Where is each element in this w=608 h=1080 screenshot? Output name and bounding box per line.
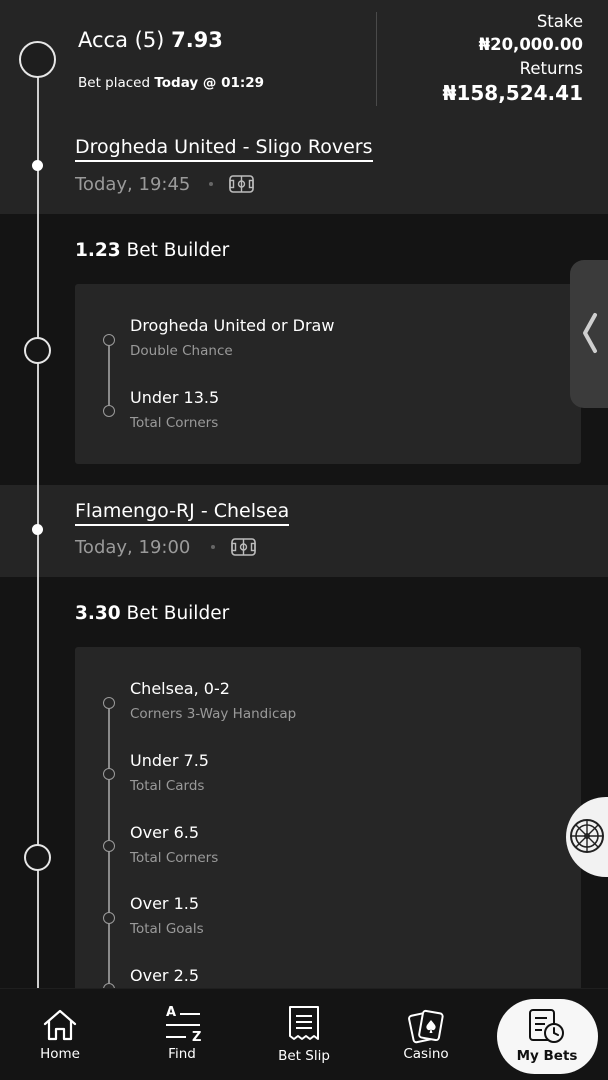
nav-find-label: Find — [168, 1046, 196, 1062]
legs-connector — [108, 340, 110, 411]
nav-casino-label: Casino — [403, 1046, 449, 1062]
match-name-link[interactable]: Flamengo-RJ - Chelsea — [75, 500, 290, 526]
leg-selection: Chelsea, 0-2 — [130, 679, 230, 698]
separator-dot — [211, 545, 215, 549]
playing-cards-icon — [408, 1009, 444, 1044]
timeline-node-match — [32, 160, 43, 171]
leg-market: Corners 3-Way Handicap — [130, 706, 297, 722]
nav-home-label: Home — [40, 1046, 80, 1062]
nav-betslip-label: Bet Slip — [278, 1048, 330, 1064]
separator-dot — [209, 182, 213, 186]
leg-selection: Drogheda United or Draw — [130, 316, 335, 335]
timeline-node-match — [32, 524, 43, 535]
match-time: Today, 19:00 — [75, 537, 191, 558]
bet-placed-info: Bet placed Today @ 01:29 — [78, 75, 265, 91]
leg-market: Total Corners — [130, 415, 219, 431]
nav-mybets-label: My Bets — [516, 1048, 578, 1064]
bet-placed-time: Today @ 01:29 — [154, 75, 265, 91]
header-divider — [376, 12, 377, 106]
leg-selection: Over 6.5 — [130, 823, 200, 842]
returns-value: ₦158,524.41 — [442, 81, 583, 105]
timeline-node-builder — [24, 844, 51, 871]
bet-builder-title: 1.23 Bet Builder — [75, 240, 230, 261]
timeline-node-builder — [24, 337, 51, 364]
football-pitch-icon — [229, 175, 254, 193]
leg-selection: Under 13.5 — [130, 388, 220, 407]
stake-label: Stake — [536, 12, 583, 31]
nav-home[interactable]: Home — [12, 988, 108, 1080]
match-name-link[interactable]: Drogheda United - Sligo Rovers — [75, 136, 373, 162]
leg-selection: Over 1.5 — [130, 894, 200, 913]
leg-market: Total Goals — [130, 921, 204, 937]
bet-title: Acca (5) 7.93 — [78, 28, 223, 52]
bet-builder-card — [75, 284, 581, 464]
leg-dot — [103, 768, 115, 780]
leg-selection: Under 7.5 — [130, 751, 209, 770]
stake-value: ₦20,000.00 — [478, 35, 583, 54]
home-icon — [43, 1009, 77, 1041]
roulette-wheel-icon[interactable] — [568, 817, 606, 855]
timeline-node-start — [19, 41, 56, 78]
leg-dot — [103, 912, 115, 924]
leg-dot — [103, 334, 115, 346]
match-header — [0, 485, 608, 577]
football-pitch-icon — [231, 538, 256, 556]
chevron-left-icon[interactable] — [579, 311, 601, 355]
find-icon-letter-z: Z — [192, 1030, 202, 1045]
leg-market: Double Chance — [130, 343, 233, 359]
nav-casino[interactable]: Casino — [378, 988, 474, 1080]
nav-betslip[interactable]: Bet Slip — [256, 988, 352, 1080]
match-time: Today, 19:45 — [75, 174, 191, 195]
leg-dot — [103, 840, 115, 852]
returns-label: Returns — [519, 59, 583, 78]
bets-history-icon — [529, 1009, 564, 1043]
leg-selection: Over 2.5 — [130, 966, 200, 985]
leg-dot — [103, 405, 115, 417]
leg-dot — [103, 697, 115, 709]
nav-mybets[interactable]: My Bets — [499, 988, 595, 1080]
nav-find[interactable]: A Z Find — [134, 988, 230, 1080]
bet-builder-title: 3.30 Bet Builder — [75, 603, 230, 624]
bet-odds: 7.93 — [171, 28, 223, 52]
leg-market: Total Cards — [130, 778, 205, 794]
leg-market: Total Corners — [130, 850, 219, 866]
receipt-icon — [289, 1006, 319, 1040]
